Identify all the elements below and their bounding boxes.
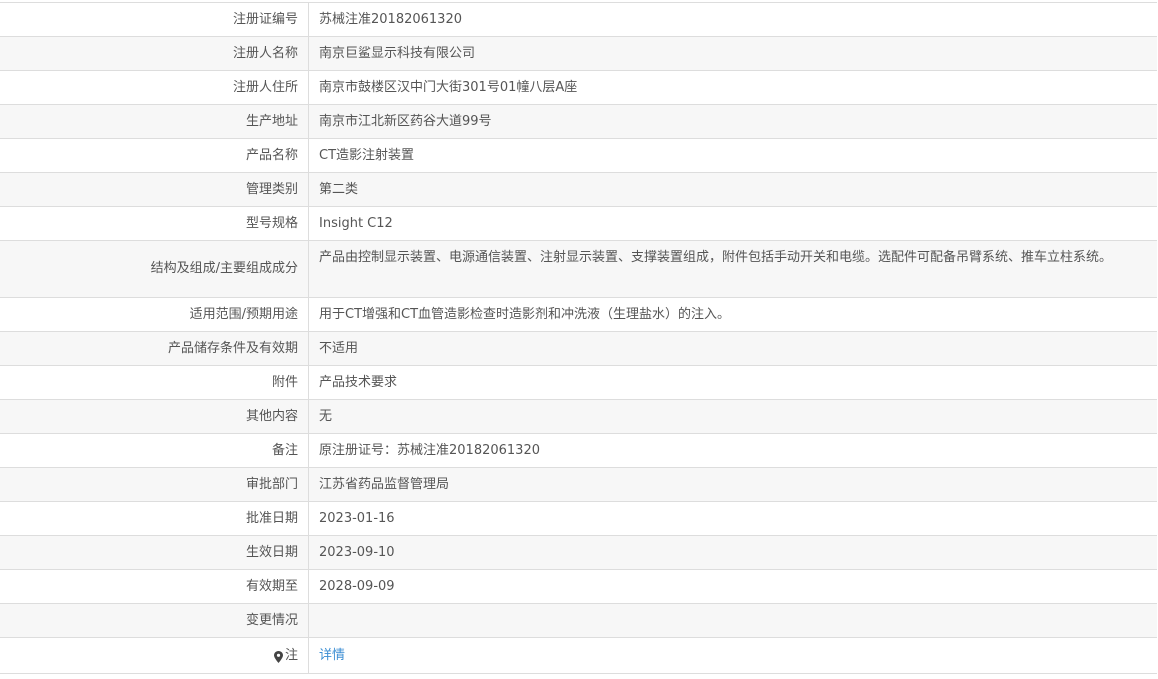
row-value: 南京市鼓楼区汉中门大街301号01幢八层A座 — [319, 79, 578, 95]
row-label: 适用范围/预期用途 — [0, 298, 309, 331]
row-label: 变更情况 — [0, 604, 309, 637]
row-label: 产品名称 — [0, 139, 309, 172]
row-label: 附件 — [0, 366, 309, 399]
row-value: 2028-09-09 — [319, 578, 395, 594]
row-value: Insight C12 — [319, 215, 393, 231]
note-value: 详情 — [309, 638, 1157, 673]
row-label: 产品储存条件及有效期 — [0, 332, 309, 365]
table-row: 生产地址 南京市江北新区药谷大道99号 — [0, 105, 1157, 139]
row-value: CT造影注射装置 — [319, 147, 415, 163]
row-value: 2023-09-10 — [319, 544, 395, 560]
row-value: 2023-01-16 — [319, 510, 395, 526]
registration-table: 注册证编号 苏械注准20182061320 注册人名称 南京巨鲨显示科技有限公司… — [0, 2, 1157, 674]
row-value: 苏械注准20182061320 — [319, 11, 462, 27]
row-label: 型号规格 — [0, 207, 309, 240]
row-label: 生产地址 — [0, 105, 309, 138]
table-row: 附件 产品技术要求 — [0, 366, 1157, 400]
row-label: 注册证编号 — [0, 3, 309, 36]
table-row: 注册人住所 南京市鼓楼区汉中门大街301号01幢八层A座 — [0, 71, 1157, 105]
row-label: 有效期至 — [0, 570, 309, 603]
row-value: 不适用 — [319, 340, 359, 356]
row-value: 南京市江北新区药谷大道99号 — [319, 113, 492, 129]
table-row: 管理类别 第二类 — [0, 173, 1157, 207]
row-label: 管理类别 — [0, 173, 309, 206]
row-value: 第二类 — [319, 181, 359, 197]
row-value: 原注册证号：苏械注准20182061320 — [319, 442, 540, 458]
table-row: 适用范围/预期用途 用于CT增强和CT血管造影检查时造影剂和冲洗液（生理盐水）的… — [0, 298, 1157, 332]
table-row: 审批部门 江苏省药品监督管理局 — [0, 468, 1157, 502]
table-row: 备注 原注册证号：苏械注准20182061320 — [0, 434, 1157, 468]
row-value: 产品由控制显示装置、电源通信装置、注射显示装置、支撑装置组成，附件包括手动开关和… — [319, 250, 1113, 265]
row-value: 用于CT增强和CT血管造影检查时造影剂和冲洗液（生理盐水）的注入。 — [319, 306, 731, 322]
row-value: 南京巨鲨显示科技有限公司 — [319, 45, 476, 61]
details-link[interactable]: 详情 — [319, 644, 345, 668]
row-label: 生效日期 — [0, 536, 309, 569]
table-row: 变更情况 — [0, 604, 1157, 638]
table-row: 其他内容 无 — [0, 400, 1157, 434]
table-row: 结构及组成/主要组成成分 产品由控制显示装置、电源通信装置、注射显示装置、支撑装… — [0, 241, 1157, 298]
table-row: 生效日期 2023-09-10 — [0, 536, 1157, 570]
row-value: 江苏省药品监督管理局 — [319, 476, 450, 492]
note-label: 注 — [284, 647, 298, 663]
row-label: 其他内容 — [0, 400, 309, 433]
pin-icon — [273, 650, 283, 663]
table-row: 产品名称 CT造影注射装置 — [0, 139, 1157, 173]
row-label: 审批部门 — [0, 468, 309, 501]
row-value: 无 — [319, 408, 333, 424]
row-label: 注册人住所 — [0, 71, 309, 104]
table-row: 批准日期 2023-01-16 — [0, 502, 1157, 536]
row-label: 批准日期 — [0, 502, 309, 535]
row-label: 注册人名称 — [0, 37, 309, 70]
row-value — [309, 604, 1157, 637]
table-row: 有效期至 2028-09-09 — [0, 570, 1157, 604]
table-row: 型号规格 Insight C12 — [0, 207, 1157, 241]
table-row: 产品储存条件及有效期 不适用 — [0, 332, 1157, 366]
row-label: 备注 — [0, 434, 309, 467]
row-label: 结构及组成/主要组成成分 — [0, 241, 309, 297]
note-row: 注 详情 — [0, 638, 1157, 674]
row-value: 产品技术要求 — [319, 374, 398, 390]
table-row: 注册证编号 苏械注准20182061320 — [0, 3, 1157, 37]
table-row: 注册人名称 南京巨鲨显示科技有限公司 — [0, 37, 1157, 71]
note-label-cell: 注 — [0, 638, 309, 673]
